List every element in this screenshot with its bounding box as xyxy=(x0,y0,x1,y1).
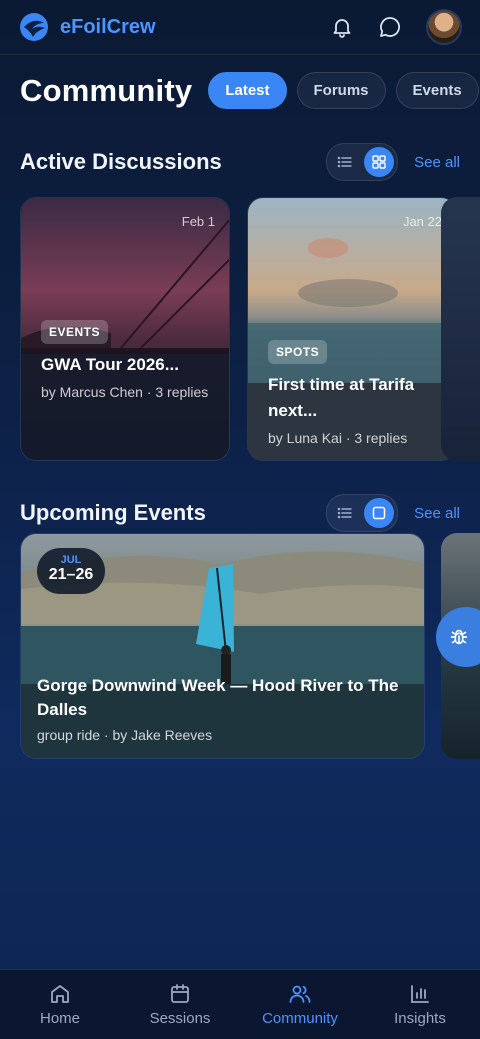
nav-insights[interactable]: Insights xyxy=(365,982,475,1027)
event-days: 21–26 xyxy=(48,566,94,583)
list-icon xyxy=(337,507,352,519)
bug-icon xyxy=(450,629,468,645)
discussion-card-peek[interactable] xyxy=(441,197,480,461)
list-view-button[interactable] xyxy=(330,498,360,528)
list-icon xyxy=(337,156,352,168)
nav-label: Insights xyxy=(394,1010,446,1027)
avatar[interactable] xyxy=(426,9,462,45)
event-month: JUL xyxy=(60,554,82,566)
discussions-title: Active Discussions xyxy=(20,149,222,174)
category-badge: SPOTS xyxy=(268,340,328,364)
tab-events[interactable]: Events xyxy=(395,72,479,109)
grid-view-button[interactable] xyxy=(364,147,395,177)
events-see-all-link[interactable]: See all xyxy=(414,505,460,522)
bottom-navigation: Home Sessions Community Insights xyxy=(0,969,480,1039)
nav-home[interactable]: Home xyxy=(5,982,115,1027)
users-icon xyxy=(289,985,311,1003)
discussion-title: First time at Tarifa next... xyxy=(268,375,415,420)
discussion-meta: by Marcus Chen · 3 replies xyxy=(41,384,209,400)
discussions-see-all-link[interactable]: See all xyxy=(414,154,460,171)
square-icon xyxy=(372,506,386,520)
discussion-date: Jan 22 xyxy=(402,214,442,229)
events-title: Upcoming Events xyxy=(20,500,206,525)
discussion-meta: by Luna Kai · 3 replies xyxy=(268,430,408,446)
card-view-button[interactable] xyxy=(364,498,395,528)
top-bar: eFoilCrew xyxy=(0,0,480,55)
logo-icon xyxy=(20,13,48,41)
page-title: Community xyxy=(20,72,193,108)
nav-label: Community xyxy=(262,1010,338,1027)
event-title: Gorge Downwind Week — Hood River to The … xyxy=(37,676,399,719)
nav-community[interactable]: Community xyxy=(245,982,355,1027)
tab-forums[interactable]: Forums xyxy=(296,72,386,109)
events-view-toggle xyxy=(326,494,399,532)
discussion-card[interactable]: Feb 1 EVENTS GWA Tour 2026... by Marcus … xyxy=(20,197,230,461)
brand-name[interactable]: eFoilCrew xyxy=(60,16,156,39)
event-meta: group ride · by Jake Reeves xyxy=(37,727,213,743)
bar-chart-icon xyxy=(411,985,429,1003)
discussion-title: GWA Tour 2026... xyxy=(41,355,179,374)
nav-sessions[interactable]: Sessions xyxy=(125,982,235,1027)
nav-label: Sessions xyxy=(149,1010,211,1027)
category-badge: EVENTS xyxy=(41,320,109,344)
chat-icon[interactable] xyxy=(378,15,402,39)
grid-icon xyxy=(372,155,386,169)
discussion-card[interactable]: Jan 22 SPOTS First time at Tarifa next..… xyxy=(247,197,457,461)
nav-label: Home xyxy=(39,1010,80,1027)
bell-icon[interactable] xyxy=(330,15,354,39)
home-icon xyxy=(51,985,69,1003)
event-card[interactable]: JUL 21–26 Gorge Downwind Week — Hood Riv… xyxy=(20,533,425,759)
discussion-date: Feb 1 xyxy=(181,214,215,229)
list-view-button[interactable] xyxy=(330,147,360,177)
tab-latest[interactable]: Latest xyxy=(208,72,287,109)
event-date-badge: JUL 21–26 xyxy=(37,548,105,594)
calendar-icon xyxy=(171,984,189,1003)
discussions-view-toggle xyxy=(326,143,399,181)
